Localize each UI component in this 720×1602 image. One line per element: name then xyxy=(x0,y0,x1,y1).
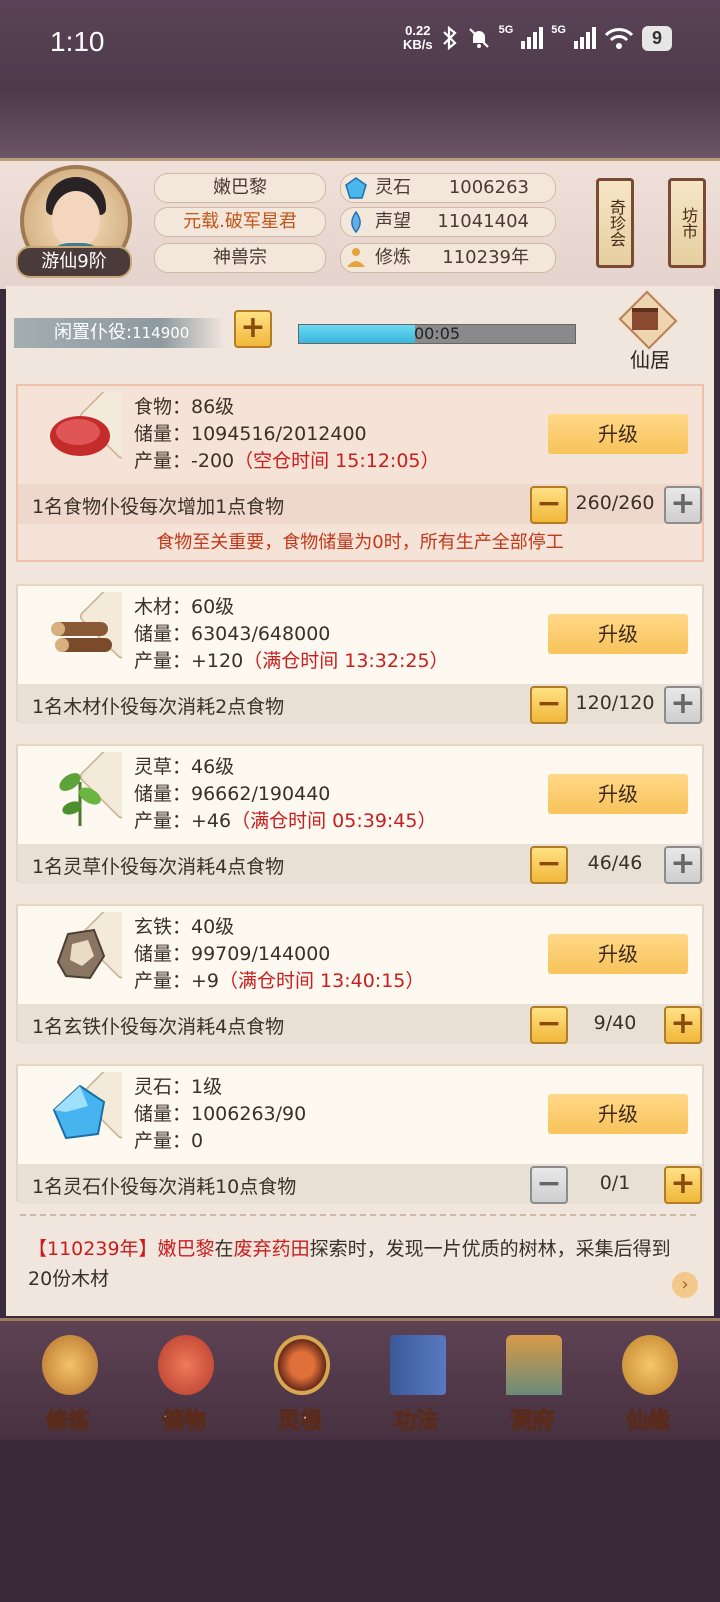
decrease-workers-button[interactable]: − xyxy=(530,846,568,884)
pavilion-icon xyxy=(632,308,658,330)
cave-mansion-icon xyxy=(506,1335,562,1395)
mute-bell-icon xyxy=(468,28,489,48)
resource-reputation: 声望 11041404 xyxy=(340,207,556,237)
wood-logs-icon xyxy=(51,592,122,659)
nav-cultivate[interactable]: 修炼 xyxy=(18,1331,118,1441)
herb-icon xyxy=(59,752,122,826)
clock: 1:10 xyxy=(50,26,105,57)
status-icons: 0.22 KB/s 5G 5G 9 xyxy=(403,24,672,52)
decrease-workers-button[interactable]: − xyxy=(530,686,568,724)
worker-row-iron: 1名玄铁仆役每次消耗4点食物 − 9/40 + xyxy=(18,1004,702,1044)
meat-icon xyxy=(50,392,122,459)
upgrade-button-herb[interactable]: 升级 xyxy=(548,774,688,814)
production-timer-bar: 00:05 xyxy=(298,324,576,344)
worker-row-food: 1名食物仆役每次增加1点食物 − 260/260 + xyxy=(18,484,702,524)
production-card-wood: 木材：60级 储量：63043/648000 产量：+120（满仓时间 13:3… xyxy=(16,584,704,724)
event-log: 【110239年】嫩巴黎在废弃药田探索时，发现一片优质的树林，采集后得到20份木… xyxy=(28,1238,671,1290)
signal-icon-1 xyxy=(521,27,544,49)
top-decoration xyxy=(0,90,720,160)
wifi-icon xyxy=(604,28,634,49)
increase-workers-button[interactable]: + xyxy=(664,1166,702,1204)
production-card-food: 食物：86级 储量：1094516/2012400 产量：-200（空仓时间 1… xyxy=(16,384,704,562)
log-expand-arrow-icon[interactable]: › xyxy=(672,1272,698,1298)
net-label-2: 5G xyxy=(551,24,566,36)
net-label-1: 5G xyxy=(498,24,514,36)
production-card-iron: 玄铁：40级 储量：99709/144000 产量：+9（满仓时间 13:40:… xyxy=(16,904,704,1044)
nav-technique[interactable]: 功法 xyxy=(366,1331,466,1441)
iron-ore-icon xyxy=(56,912,122,980)
worker-row-spirit-stone: 1名灵石仆役每次消耗10点食物 − 0/1 + xyxy=(18,1164,702,1204)
upgrade-button-iron[interactable]: 升级 xyxy=(548,934,688,974)
increase-workers-button[interactable]: + xyxy=(664,486,702,524)
decrease-workers-button[interactable]: − xyxy=(530,486,568,524)
battery-icon: 9 xyxy=(641,25,672,51)
worker-row-wood: 1名木材仆役每次消耗2点食物 − 120/120 + xyxy=(18,684,702,724)
player-name: 嫩巴黎 xyxy=(154,173,326,203)
add-workers-button[interactable]: + xyxy=(234,310,272,348)
crystal-icon xyxy=(52,1072,122,1140)
bottom-area xyxy=(0,1440,720,1602)
xianju-button[interactable]: 仙居 xyxy=(610,290,682,372)
market-button[interactable]: 坊市 xyxy=(668,178,706,268)
upgrade-button-spirit-stone[interactable]: 升级 xyxy=(548,1094,688,1134)
nav-storage[interactable]: 储物 xyxy=(134,1331,234,1441)
production-card-herb: 灵草：46级 储量：96662/190440 产量：+46（满仓时间 05:39… xyxy=(16,744,704,884)
player-sect: 神兽宗 xyxy=(154,243,326,273)
reputation-icon xyxy=(351,211,361,233)
increase-workers-button[interactable]: + xyxy=(664,686,702,724)
nav-spirit-root[interactable]: 灵根 xyxy=(250,1331,350,1441)
status-bar: 1:10 0.22 KB/s 5G 5G 9 xyxy=(0,0,720,90)
worker-row-herb: 1名灵草仆役每次消耗4点食物 − 46/46 + xyxy=(18,844,702,884)
bluetooth-icon xyxy=(442,26,457,50)
production-card-spirit-stone: 灵石：1级 储量：1006263/90 产量：0 升级 1名灵石仆役每次消耗10… xyxy=(16,1064,704,1204)
cultivation-icon xyxy=(347,248,365,267)
player-title: 元载.破军星君 xyxy=(154,207,326,237)
food-warning: 食物至关重要，食物储量为0时，所有生产全部停工 xyxy=(156,532,564,553)
player-rank: 游仙9阶 xyxy=(16,246,132,278)
increase-workers-button[interactable]: + xyxy=(664,1006,702,1044)
network-speed: 0.22 KB/s xyxy=(402,23,433,52)
upgrade-button-wood[interactable]: 升级 xyxy=(548,614,688,654)
storage-bag-icon xyxy=(158,1335,214,1395)
resource-cultivation: 修炼 110239年 xyxy=(340,243,556,273)
spirit-root-icon xyxy=(274,1335,330,1395)
bottom-nav: 修炼 储物 灵根 功法 洞府 仙缘 xyxy=(0,1318,720,1443)
technique-book-icon xyxy=(390,1335,446,1395)
divider xyxy=(20,1214,700,1216)
treasure-shop-button[interactable]: 奇珍会 xyxy=(596,178,634,268)
decrease-workers-button[interactable]: − xyxy=(530,1166,568,1204)
decrease-workers-button[interactable]: − xyxy=(530,1006,568,1044)
signal-icon-2 xyxy=(573,27,596,49)
resource-spirit-stone: 灵石 1006263 xyxy=(340,173,556,203)
nav-cave-mansion[interactable]: 洞府 xyxy=(482,1331,582,1441)
cultivate-icon xyxy=(42,1335,98,1395)
increase-workers-button[interactable]: + xyxy=(664,846,702,884)
spirit-stone-icon xyxy=(345,177,367,199)
gourd-icon xyxy=(622,1335,678,1395)
idle-workers: 闲置仆役:114900 xyxy=(14,318,224,348)
upgrade-button-food[interactable]: 升级 xyxy=(548,414,688,454)
nav-fate[interactable]: 仙缘 xyxy=(598,1331,698,1441)
